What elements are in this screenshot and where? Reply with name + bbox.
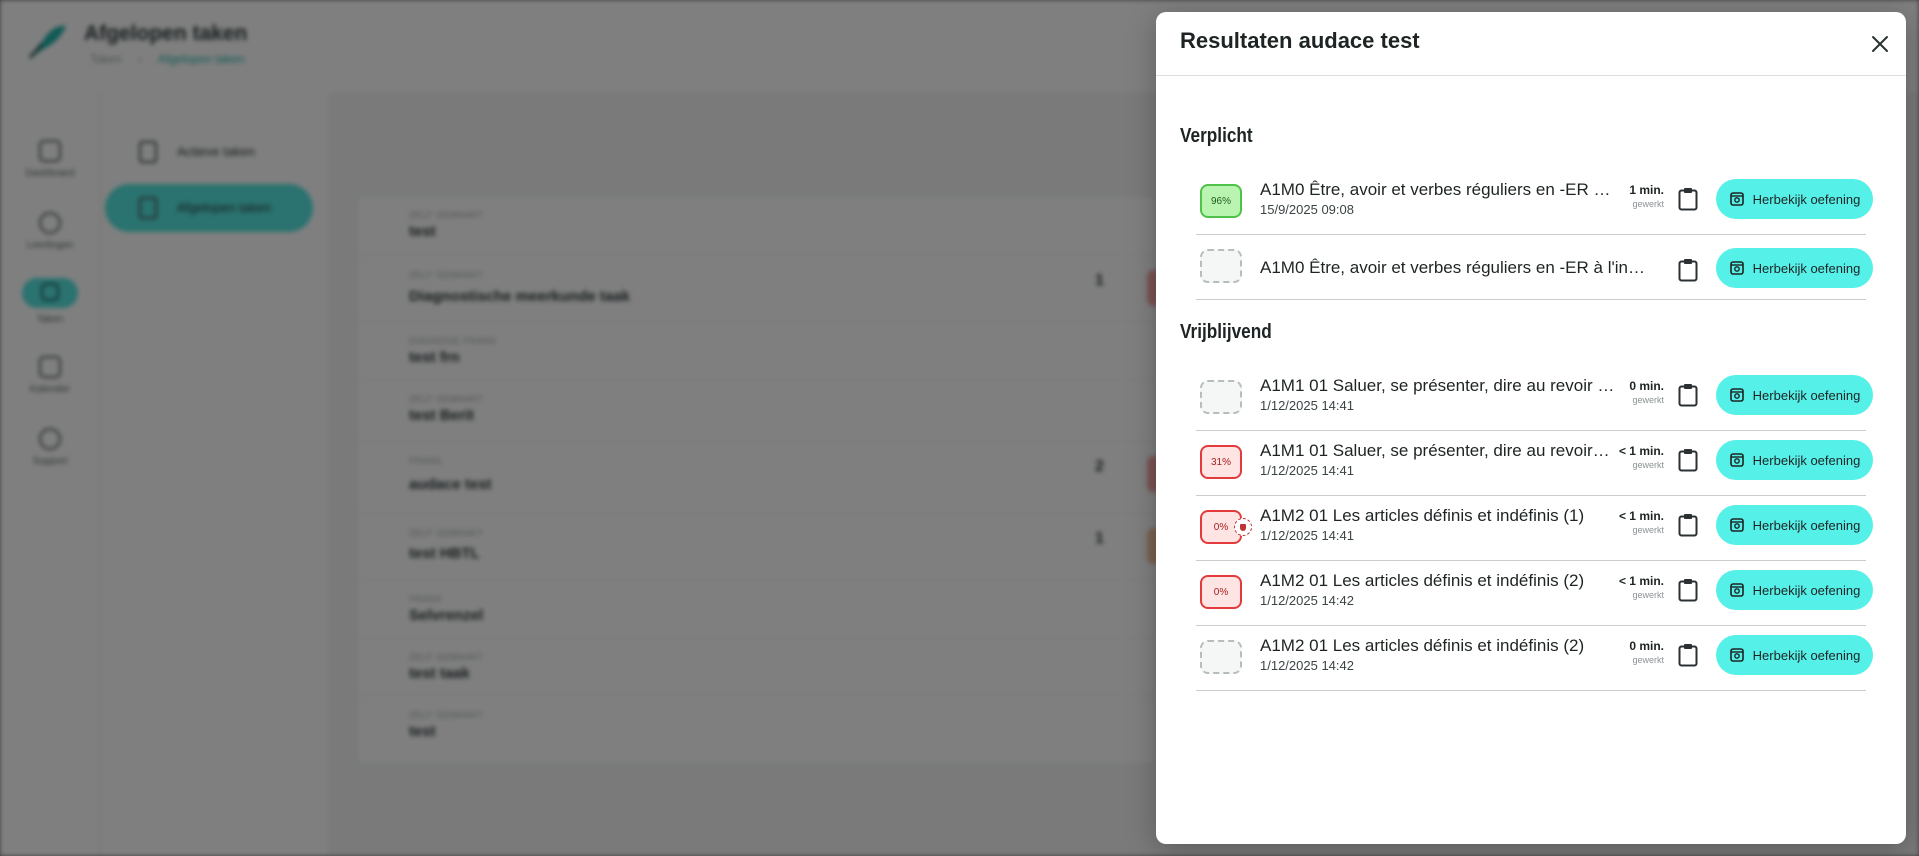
section-title-vrijblijvend: Vrijblijvend (1180, 321, 1272, 343)
review-exercise-button[interactable]: Herbekijk oefening (1716, 505, 1873, 545)
clipboard-icon[interactable] (1678, 383, 1698, 407)
score-badge (1200, 640, 1242, 674)
exercise-date: 1/12/2025 14:42 (1260, 593, 1354, 608)
time-label: gewerkt (1632, 199, 1664, 209)
exercise-row: A1M2 01 Les articles définis et indéfini… (1196, 626, 1873, 691)
modal-title: Resultaten audace test (1180, 28, 1420, 53)
exercise-title: A1M0 Être, avoir et verbes réguliers en … (1260, 258, 1650, 277)
clipboard-icon[interactable] (1678, 513, 1698, 537)
exercise-title: A1M0 Être, avoir et verbes réguliers en … (1260, 180, 1618, 199)
clipboard-icon[interactable] (1678, 187, 1698, 211)
exercise-row: A1M0 Être, avoir et verbes réguliers en … (1196, 235, 1873, 300)
time-spent: 0 min. (1629, 379, 1664, 393)
button-label: Herbekijk oefening (1752, 517, 1861, 533)
exercise-row: 31% A1M1 01 Saluer, se présenter, dire a… (1196, 431, 1873, 496)
button-label: Herbekijk oefening (1752, 260, 1861, 276)
modal-header: Resultaten audace test (1156, 12, 1906, 76)
exercise-row: A1M1 01 Saluer, se présenter, dire au re… (1196, 366, 1873, 431)
exercise-date: 1/12/2025 14:42 (1260, 658, 1354, 673)
review-icon (1729, 261, 1744, 275)
exercise-date: 15/9/2025 09:08 (1260, 202, 1354, 217)
time-spent: 0 min. (1629, 639, 1664, 653)
trophy-icon (1234, 518, 1252, 536)
score-badge: 0% (1200, 575, 1242, 609)
button-label: Herbekijk oefening (1752, 387, 1861, 403)
time-label: gewerkt (1632, 590, 1664, 600)
clipboard-icon[interactable] (1678, 643, 1698, 667)
review-exercise-button[interactable]: Herbekijk oefening (1716, 375, 1873, 415)
score-badge: 31% (1200, 445, 1242, 479)
exercise-title: A1M2 01 Les articles définis et indéfini… (1260, 506, 1585, 525)
button-label: Herbekijk oefening (1752, 452, 1861, 468)
time-label: gewerkt (1632, 655, 1664, 665)
review-exercise-button[interactable]: Herbekijk oefening (1716, 635, 1873, 675)
button-label: Herbekijk oefening (1752, 191, 1861, 207)
review-icon (1729, 453, 1744, 467)
clipboard-icon[interactable] (1678, 448, 1698, 472)
exercise-date: 1/12/2025 14:41 (1260, 528, 1354, 543)
review-icon (1729, 388, 1744, 402)
exercise-title: A1M2 01 Les articles définis et indéfini… (1260, 636, 1585, 655)
exercise-title: A1M2 01 Les articles définis et indéfini… (1260, 571, 1585, 590)
section-title-verplicht: Verplicht (1180, 125, 1253, 147)
exercise-title: A1M1 01 Saluer, se présenter, dire au re… (1260, 376, 1618, 395)
exercise-row: 0% A1M2 01 Les articles définis et indéf… (1196, 561, 1873, 626)
exercise-date: 1/12/2025 14:41 (1260, 463, 1354, 478)
score-badge: 96% (1200, 184, 1242, 218)
time-spent: 1 min. (1629, 183, 1664, 197)
clipboard-icon[interactable] (1678, 258, 1698, 282)
time-label: gewerkt (1632, 525, 1664, 535)
exercise-row: 96% A1M0 Être, avoir et verbes réguliers… (1196, 170, 1873, 235)
clipboard-icon[interactable] (1678, 578, 1698, 602)
review-exercise-button[interactable]: Herbekijk oefening (1716, 179, 1873, 219)
time-label: gewerkt (1632, 460, 1664, 470)
time-spent: < 1 min. (1618, 444, 1664, 458)
time-label: gewerkt (1632, 395, 1664, 405)
exercise-date: 1/12/2025 14:41 (1260, 398, 1354, 413)
results-modal: Resultaten audace test Verplicht 96% A1M… (1156, 12, 1906, 844)
review-exercise-button[interactable]: Herbekijk oefening (1716, 440, 1873, 480)
button-label: Herbekijk oefening (1752, 647, 1861, 663)
exercise-row: 0% A1M2 01 Les articles définis et indéf… (1196, 496, 1873, 561)
review-icon (1729, 518, 1744, 532)
exercise-title: A1M1 01 Saluer, se présenter, dire au re… (1260, 441, 1612, 460)
score-badge (1200, 380, 1242, 414)
review-icon (1729, 192, 1744, 206)
close-icon[interactable] (1868, 32, 1892, 56)
button-label: Herbekijk oefening (1752, 582, 1861, 598)
review-exercise-button[interactable]: Herbekijk oefening (1716, 570, 1873, 610)
review-icon (1729, 648, 1744, 662)
review-exercise-button[interactable]: Herbekijk oefening (1716, 248, 1873, 288)
score-badge (1200, 249, 1242, 283)
time-spent: < 1 min. (1618, 509, 1664, 523)
review-icon (1729, 583, 1744, 597)
time-spent: < 1 min. (1618, 574, 1664, 588)
